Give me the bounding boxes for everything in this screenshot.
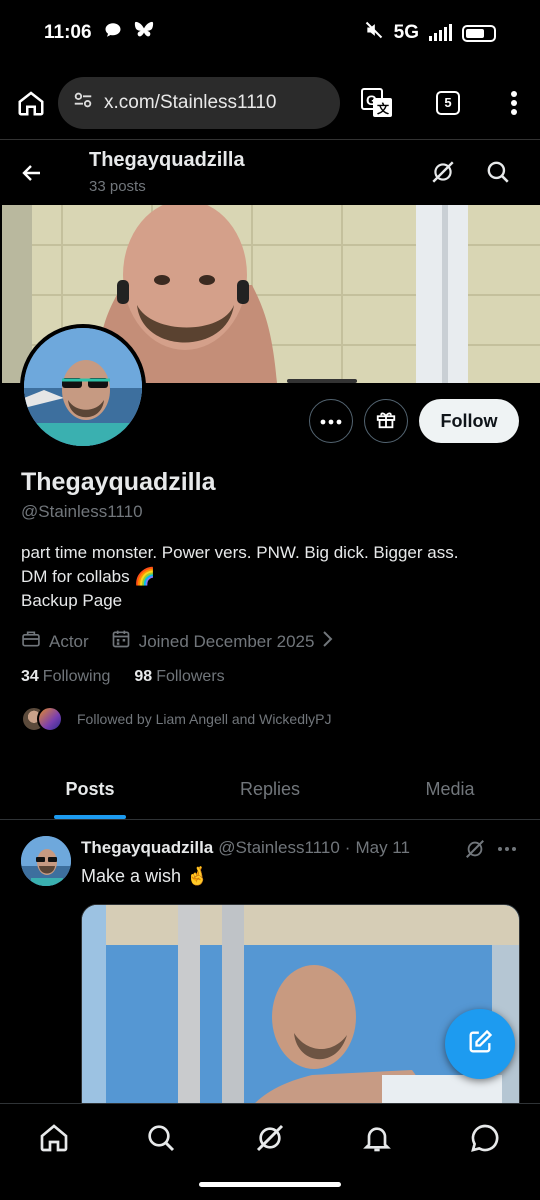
more-icon [320,412,342,430]
avatar[interactable] [21,836,71,886]
grok-icon[interactable] [254,1122,286,1159]
browser-menu-icon[interactable] [510,90,518,116]
header-title: Thegayquadzilla [89,149,245,171]
profile-display-name: Thegayquadzilla [21,468,216,496]
url-text: x.com/Stainless1110 [104,91,277,113]
tab-switcher-button[interactable]: 5 [436,90,460,115]
chat-bubble-icon [104,21,122,45]
follow-button[interactable]: Follow [419,399,519,443]
followers-count: 98 [134,668,153,685]
butterfly-icon [134,21,154,45]
more-options-button[interactable] [309,399,353,443]
calendar-icon [111,629,131,654]
home-icon[interactable] [38,1122,70,1159]
search-icon[interactable] [145,1122,177,1159]
bell-icon[interactable] [361,1122,393,1159]
compose-button[interactable] [445,1009,515,1079]
signal-icon [429,24,452,41]
battery-icon [462,24,496,42]
gift-icon [375,408,397,435]
grok-icon[interactable] [430,159,456,190]
briefcase-icon [21,629,41,654]
following-count: 34 [21,668,39,685]
profile-avatar[interactable] [20,324,146,450]
post-image[interactable] [81,904,520,1103]
browser-toolbar: x.com/Stainless1110 G文 5 [0,66,540,140]
profile-handle: @Stainless1110 [21,502,143,521]
mute-icon [364,20,384,46]
following-link[interactable]: 34 Following [21,668,110,686]
tab-posts[interactable]: Posts [0,760,180,819]
search-icon[interactable] [485,159,511,190]
post-header: Thegayquadzilla @Stainless1110 · May 11 [81,838,410,858]
site-settings-icon[interactable] [72,89,94,117]
gesture-home-bar[interactable] [199,1182,341,1187]
followed-by[interactable]: Followed by Liam Angell and WickedlyPJ [21,706,331,732]
compose-icon [466,1028,494,1061]
chevron-right-icon[interactable] [322,630,334,653]
post-separator: · [344,838,351,857]
post-author-handle[interactable]: @Stainless1110 [218,838,340,858]
profile-tabs: Posts Replies Media [0,760,540,820]
header-post-count: 33 posts [89,178,146,195]
status-time: 11:06 [44,22,92,43]
profile-category: Actor [49,631,89,651]
profile-bio: part time monster. Power vers. PNW. Big … [21,541,521,613]
profile-top-bar: Thegayquadzilla 33 posts [0,141,540,205]
joined-date[interactable]: Joined December 2025 [139,632,315,652]
svg-text:文: 文 [377,101,390,116]
gift-button[interactable] [364,399,408,443]
following-label: Following [42,668,111,685]
bio-line: DM for collabs 🌈 [21,567,156,586]
profile-meta: Actor Joined December 2025 [21,629,334,654]
avatar [37,706,63,732]
followed-by-text: Followed by Liam Angell and WickedlyPJ [77,711,332,727]
translate-icon[interactable]: G文 [360,86,394,120]
mutual-avatars [21,706,63,732]
browser-home-icon[interactable] [16,88,46,118]
followers-link[interactable]: 98 Followers [134,668,224,686]
tab-count: 5 [436,90,460,115]
follow-counts: 34 Following 98 Followers [21,668,225,686]
messages-icon[interactable] [469,1122,501,1159]
status-bar: 11:06 5G [0,0,540,66]
bio-line: Backup Page [21,591,123,610]
tab-replies[interactable]: Replies [180,760,360,819]
followers-label: Followers [156,668,225,685]
back-arrow-icon[interactable] [20,161,44,190]
address-bar[interactable]: x.com/Stainless1110 [58,76,340,129]
grok-icon[interactable] [464,838,486,865]
tab-media[interactable]: Media [360,760,540,819]
bio-line: part time monster. Power vers. PNW. Big … [21,543,459,562]
post-more-icon[interactable] [497,838,517,865]
network-label: 5G [393,22,419,43]
post-date[interactable]: May 11 [355,838,410,858]
post-author-name[interactable]: Thegayquadzilla [81,838,213,858]
post-text: Make a wish 🤞 [81,866,209,886]
